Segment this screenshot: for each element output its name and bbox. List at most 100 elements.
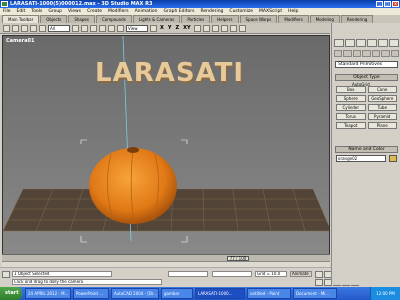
rotate-icon[interactable]: [108, 24, 115, 32]
cone-button[interactable]: Cone: [367, 86, 397, 93]
menu-edit[interactable]: Edit: [17, 8, 26, 15]
motion-tab-icon[interactable]: [367, 39, 377, 47]
coord-y-field[interactable]: [212, 271, 252, 277]
object-name-field[interactable]: orange02: [336, 155, 386, 162]
menu-tools[interactable]: Tools: [31, 8, 42, 15]
name-color-rollout[interactable]: Name and Color: [335, 146, 398, 153]
axis-y-button[interactable]: Y: [167, 25, 173, 31]
display-tab-icon[interactable]: [378, 39, 388, 47]
tab-modifiers[interactable]: Modifiers: [278, 15, 309, 23]
system-clock[interactable]: 12:00 PM: [370, 287, 400, 300]
lights-icon[interactable]: [352, 50, 362, 57]
menu-group[interactable]: Group: [48, 8, 62, 15]
systems-icon[interactable]: [390, 50, 399, 57]
menu-graph-editors[interactable]: Graph Editors: [164, 8, 195, 15]
scale-icon[interactable]: [117, 24, 124, 32]
shapes-icon[interactable]: [343, 50, 352, 57]
axis-xy-button[interactable]: XY: [182, 25, 191, 31]
menu-file[interactable]: File: [3, 8, 11, 15]
tab-main-toolbar[interactable]: Main Toolbar: [2, 15, 40, 23]
menu-help[interactable]: Help: [288, 8, 298, 15]
cylinder-button[interactable]: Cylinder: [336, 104, 366, 111]
tube-button[interactable]: Tube: [367, 104, 397, 111]
modify-tab-icon[interactable]: [345, 39, 355, 47]
helpers-icon[interactable]: [371, 50, 381, 57]
region-select-icon[interactable]: [90, 24, 97, 32]
taskbar-item[interactable]: Document - Mi...: [293, 288, 337, 299]
app-icon: [1, 1, 8, 7]
menu-rendering[interactable]: Rendering: [200, 8, 223, 15]
tab-compounds[interactable]: Compounds: [95, 15, 132, 23]
primitive-category-dropdown[interactable]: Standard Primitives: [335, 61, 398, 68]
tab-rendering[interactable]: Rendering: [340, 15, 374, 23]
tab-helpers[interactable]: Helpers: [211, 15, 239, 23]
viewport-label[interactable]: Camera01: [6, 38, 34, 44]
tab-lights-cameras[interactable]: Lights & Cameras: [132, 15, 181, 23]
space-warps-icon[interactable]: [381, 50, 390, 57]
unlink-icon[interactable]: [30, 24, 37, 32]
menu-bar: File Edit Tools Group Views Create Modif…: [0, 8, 400, 15]
tab-objects[interactable]: Objects: [40, 15, 68, 23]
object-color-swatch[interactable]: [389, 155, 397, 162]
taskbar-item[interactable]: AutoCAD 2004 - [Dr...: [111, 288, 159, 299]
quick-render-icon[interactable]: [238, 24, 246, 32]
geosphere-button[interactable]: GeoSphere: [367, 95, 397, 102]
zoom-icon[interactable]: [315, 279, 323, 286]
selection-filter-dropdown[interactable]: All: [48, 24, 70, 32]
redo-icon[interactable]: [12, 24, 19, 32]
hierarchy-tab-icon[interactable]: [356, 39, 366, 47]
axis-x-button[interactable]: X: [159, 25, 165, 31]
animate-button[interactable]: Animate: [290, 271, 312, 277]
taskbar-item[interactable]: untitled - Paint: [247, 288, 291, 299]
plane-button[interactable]: Plane: [367, 122, 397, 129]
select-by-name-icon[interactable]: [81, 24, 88, 32]
utilities-tab-icon[interactable]: [389, 39, 399, 47]
close-button[interactable]: ×: [392, 1, 399, 7]
link-icon[interactable]: [21, 24, 28, 32]
tab-shapes[interactable]: Shapes: [68, 15, 95, 23]
object-type-rollout[interactable]: Object Type: [335, 74, 398, 81]
create-tab-icon[interactable]: [334, 39, 344, 47]
camera-viewport[interactable]: Camera01 LARASATI: [2, 35, 330, 262]
time-slider-track[interactable]: 77 / 100: [2, 254, 330, 261]
bind-space-warp-icon[interactable]: [39, 24, 46, 32]
pivot-center-icon[interactable]: [150, 24, 157, 32]
taskbar-item-active[interactable]: LARASATI-1000...: [195, 288, 245, 299]
menu-animation[interactable]: Animation: [135, 8, 158, 15]
menu-create[interactable]: Create: [87, 8, 102, 15]
menu-views[interactable]: Views: [68, 8, 81, 15]
material-editor-icon[interactable]: [220, 24, 228, 32]
move-icon[interactable]: [99, 24, 106, 32]
pyramid-button[interactable]: Pyramid: [367, 113, 397, 120]
teapot-button[interactable]: Teapot: [336, 122, 366, 129]
undo-icon[interactable]: [3, 24, 10, 32]
cameras-icon[interactable]: [362, 50, 371, 57]
reference-coord-dropdown[interactable]: View: [126, 24, 148, 32]
minimize-button[interactable]: _: [376, 1, 383, 7]
geometry-icon[interactable]: [334, 50, 343, 57]
box-button[interactable]: Box: [336, 86, 366, 93]
menu-maxscript[interactable]: MAXScript: [259, 8, 282, 15]
taskbar-item[interactable]: PowerPoint ...: [73, 288, 109, 299]
goto-start-icon[interactable]: [315, 271, 323, 278]
taskbar-item[interactable]: 24 APRIL 2012 - M...: [25, 288, 71, 299]
coord-x-field[interactable]: [168, 271, 208, 277]
array-icon[interactable]: [202, 24, 210, 32]
tab-modeling[interactable]: Modeling: [309, 15, 340, 23]
torus-button[interactable]: Torus: [336, 113, 366, 120]
lock-selection-icon[interactable]: [2, 271, 10, 278]
select-object-icon[interactable]: [72, 24, 79, 32]
mirror-icon[interactable]: [193, 24, 201, 32]
tab-space-warps[interactable]: Space Warps: [239, 15, 278, 23]
taskbar-item[interactable]: gambar: [161, 288, 193, 299]
axis-z-button[interactable]: Z: [174, 25, 180, 31]
menu-modifiers[interactable]: Modifiers: [108, 8, 129, 15]
maximize-button[interactable]: □: [384, 1, 391, 7]
align-icon[interactable]: [211, 24, 219, 32]
start-button[interactable]: start: [0, 287, 22, 300]
menu-customize[interactable]: Customize: [229, 8, 253, 15]
render-scene-icon[interactable]: [229, 24, 237, 32]
text-3d-object[interactable]: LARASATI: [95, 58, 244, 88]
sphere-button[interactable]: Sphere: [336, 95, 366, 102]
tab-particles[interactable]: Particles: [181, 15, 211, 23]
